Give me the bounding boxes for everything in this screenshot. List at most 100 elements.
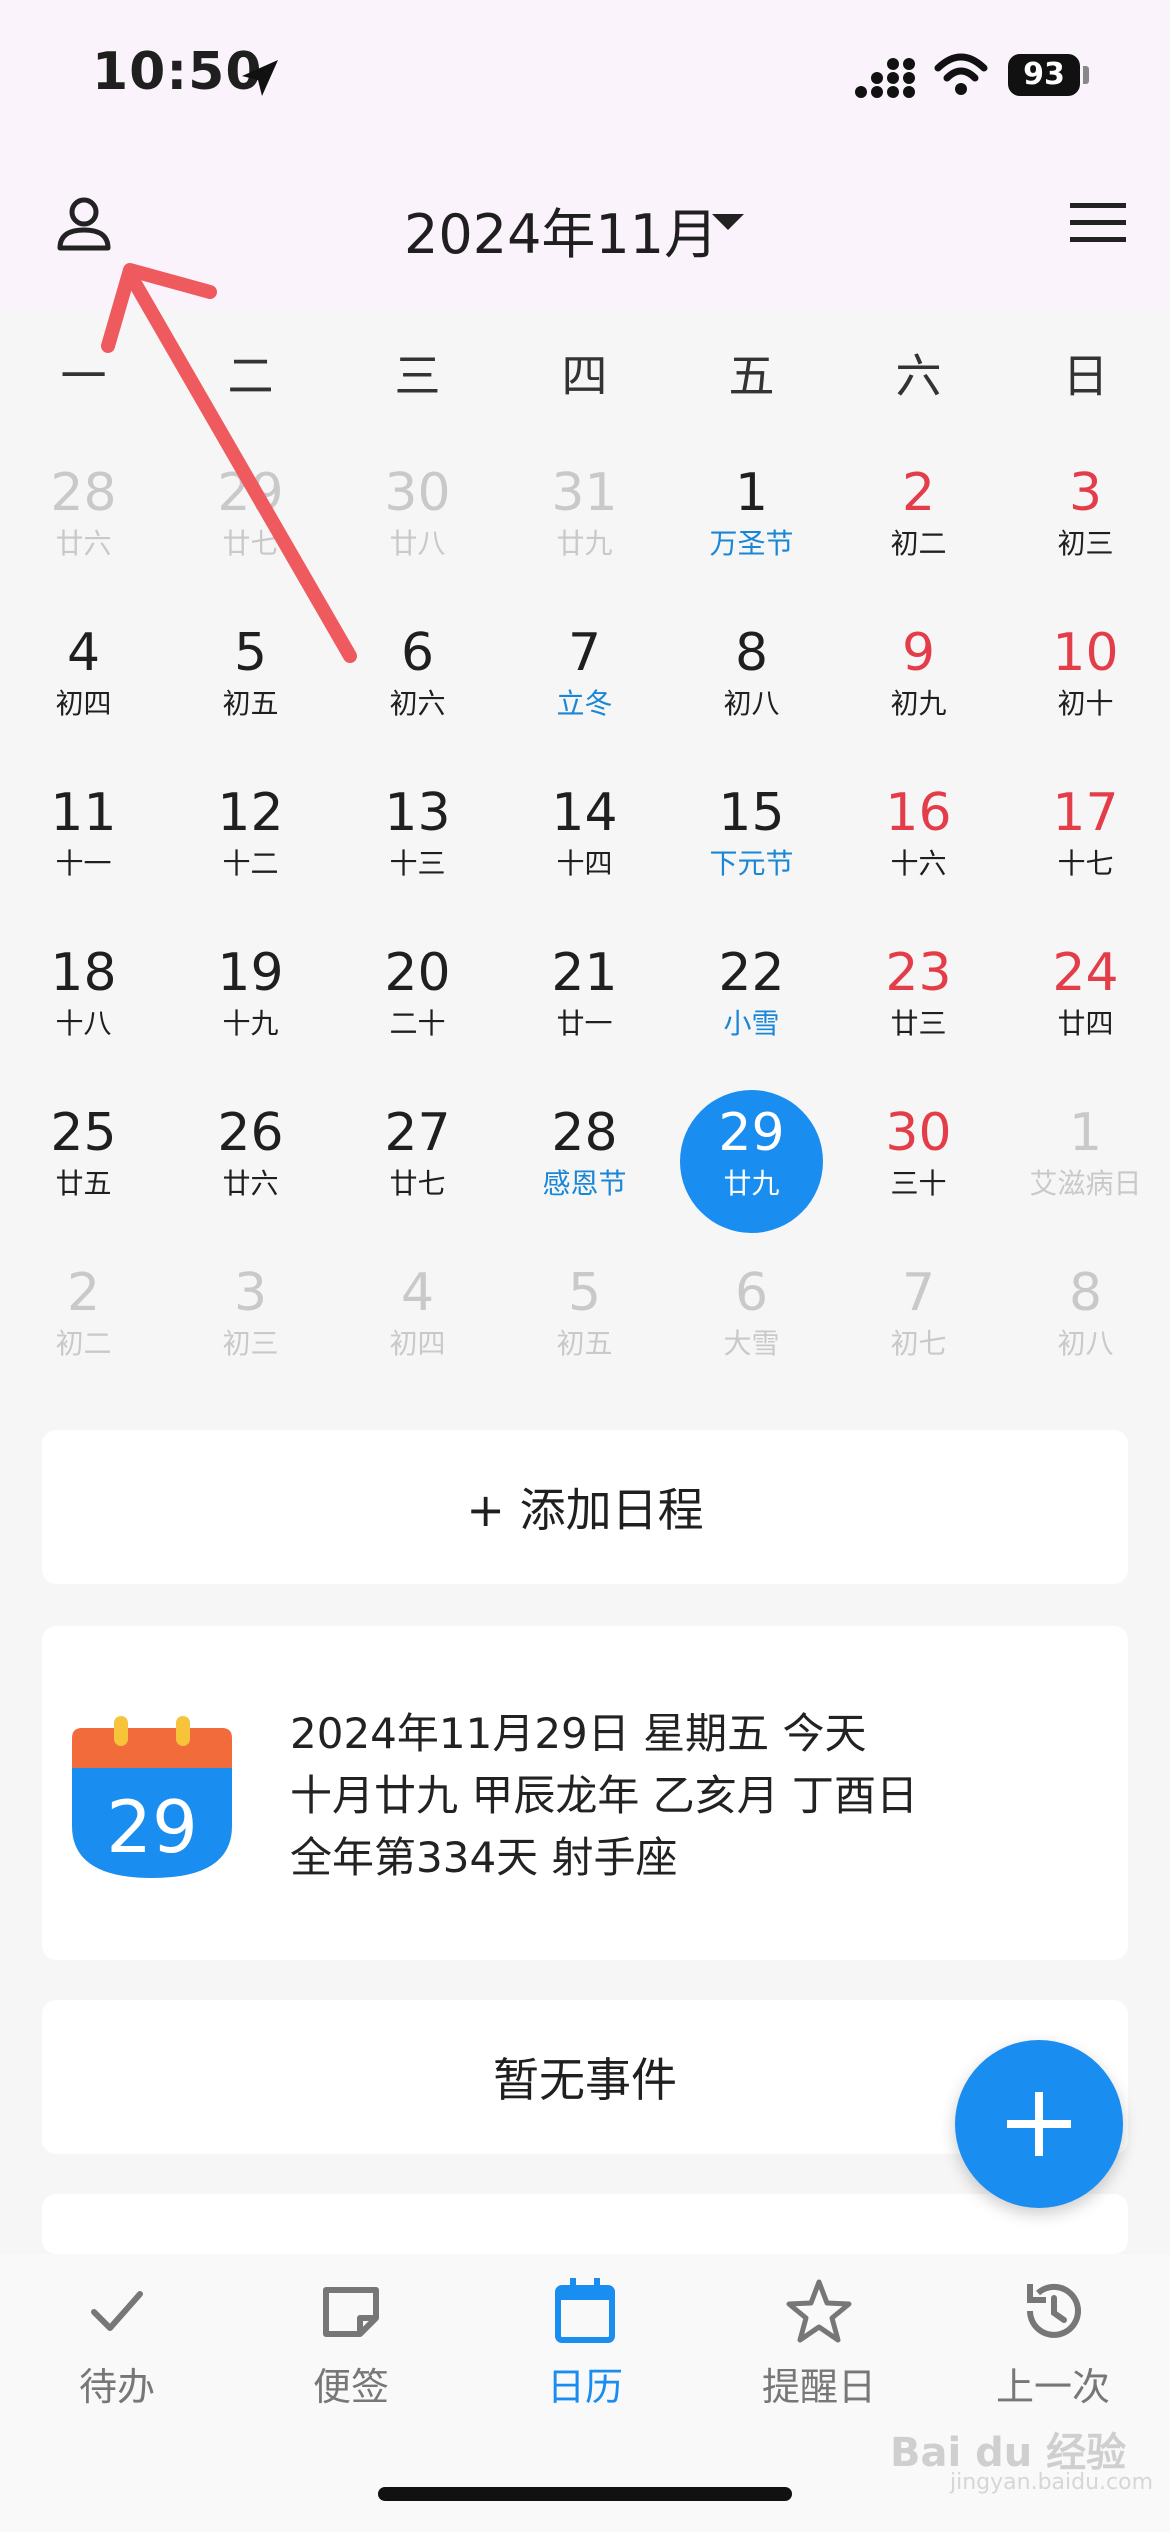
today-info-card: 29 2024年11月29日 星期五 今天 十月廿九 甲辰龙年 乙亥月 丁酉日 … <box>42 1626 1128 1960</box>
calendar-day[interactable]: 5 初五 <box>501 1240 668 1390</box>
tab-calendar[interactable]: 日历 <box>468 2276 702 2411</box>
calendar-icon <box>555 2278 615 2343</box>
calendar-day[interactable]: 15 下元节 <box>668 760 835 910</box>
calendar-day[interactable]: 12 十二 <box>167 760 334 910</box>
check-icon <box>91 2291 143 2331</box>
lunar-label: 初三 <box>222 1327 279 1360</box>
calendar-day-icon: 29 <box>72 1716 232 1878</box>
calendar-day[interactable]: 3 初三 <box>167 1240 334 1390</box>
lunar-label: 初五 <box>556 1327 613 1360</box>
calendar-day[interactable]: 19 十九 <box>167 920 334 1070</box>
tab-label: 待办 <box>78 2365 155 2409</box>
lunar-label: 十六 <box>890 847 947 880</box>
tab-notes[interactable]: 便签 <box>234 2276 468 2411</box>
tab-last-time[interactable]: 上一次 <box>936 2276 1170 2411</box>
tab-label: 便签 <box>312 2365 389 2409</box>
day-number: 16 <box>885 783 952 843</box>
calendar-day[interactable]: 20 二十 <box>334 920 501 1070</box>
day-number: 26 <box>217 1103 284 1163</box>
day-number: 28 <box>551 1103 618 1163</box>
lunar-label: 艾滋病日 <box>1029 1167 1142 1200</box>
lunar-label: 三十 <box>890 1167 947 1200</box>
next-card <box>42 2194 1128 2254</box>
lunar-label: 廿五 <box>55 1167 112 1200</box>
watermark-url: jingyan.baidu.com <box>950 2470 1154 2495</box>
history-icon <box>1027 2283 1081 2338</box>
calendar-day[interactable]: 6 大雪 <box>668 1240 835 1390</box>
lunar-label: 十九 <box>222 1007 279 1040</box>
lunar-label: 十八 <box>55 1007 112 1040</box>
add-schedule-button[interactable]: + 添加日程 <box>42 1430 1128 1584</box>
add-schedule-label: + 添加日程 <box>466 1483 704 1537</box>
calendar-day[interactable]: 27 廿七 <box>334 1080 501 1230</box>
day-number: 17 <box>1052 783 1119 843</box>
lunar-label: 十七 <box>1057 847 1114 880</box>
tab-todo[interactable]: 待办 <box>0 2276 234 2411</box>
calendar-day[interactable]: 25 廿五 <box>0 1080 167 1230</box>
note-icon <box>323 2287 379 2337</box>
calendar-day[interactable]: 4 初四 <box>334 1240 501 1390</box>
day-number: 7 <box>901 1263 936 1323</box>
day-number: 4 <box>400 1263 435 1323</box>
day-number: 23 <box>885 943 952 1003</box>
year-progress-line: 全年第334天 射手座 <box>290 1833 678 1882</box>
star-icon <box>786 2279 852 2343</box>
lunar-label: 初四 <box>389 1327 446 1360</box>
lunar-label: 廿四 <box>1057 1007 1114 1040</box>
calendar-day[interactable]: 21 廿一 <box>501 920 668 1070</box>
day-number: 12 <box>217 783 284 843</box>
home-indicator <box>378 2487 792 2501</box>
calendar-day[interactable]: 30 三十 <box>835 1080 1002 1230</box>
day-number: 15 <box>718 783 785 843</box>
calendar-day[interactable]: 2 初二 <box>0 1240 167 1390</box>
calendar-day[interactable]: 14 十四 <box>501 760 668 910</box>
day-number: 25 <box>50 1103 117 1163</box>
lunar-label: 十二 <box>222 847 279 880</box>
lunar-label: 小雪 <box>723 1007 780 1040</box>
day-number: 3 <box>233 1263 268 1323</box>
lunar-label: 二十 <box>389 1007 446 1040</box>
calendar-day[interactable]: 8 初八 <box>1002 1240 1169 1390</box>
calendar-day[interactable]: 26 廿六 <box>167 1080 334 1230</box>
lunar-label: 十一 <box>55 847 112 880</box>
calendar-day[interactable]: 13 十三 <box>334 760 501 910</box>
lunar-label: 大雪 <box>723 1327 780 1360</box>
calendar-day-today[interactable]: 29 廿九 <box>668 1080 835 1233</box>
day-number: 2 <box>66 1263 101 1323</box>
day-number: 19 <box>217 943 284 1003</box>
lunar-label: 十四 <box>556 847 613 880</box>
day-number: 21 <box>551 943 618 1003</box>
day-number: 20 <box>384 943 451 1003</box>
day-number: 29 <box>718 1103 785 1163</box>
lunar-label: 廿三 <box>890 1007 947 1040</box>
day-number: 11 <box>50 783 117 843</box>
calendar-day-number: 29 <box>106 1785 198 1869</box>
day-number: 27 <box>384 1103 451 1163</box>
lunar-label: 廿一 <box>556 1007 613 1040</box>
annotation-arrow-icon <box>101 263 357 663</box>
tab-reminders[interactable]: 提醒日 <box>702 2276 936 2411</box>
calendar-day[interactable]: 11 十一 <box>0 760 167 910</box>
calendar-day[interactable]: 28 感恩节 <box>501 1080 668 1230</box>
calendar-day[interactable]: 18 十八 <box>0 920 167 1070</box>
day-number: 14 <box>551 783 618 843</box>
calendar-day[interactable]: 23 廿三 <box>835 920 1002 1070</box>
day-number: 22 <box>718 943 785 1003</box>
lunar-label: 廿九 <box>723 1167 780 1200</box>
date-line: 2024年11月29日 星期五 今天 <box>290 1709 867 1758</box>
day-number: 18 <box>50 943 117 1003</box>
calendar-day[interactable]: 16 十六 <box>835 760 1002 910</box>
lunar-label: 初八 <box>1057 1327 1114 1360</box>
day-number: 13 <box>384 783 451 843</box>
calendar-day[interactable]: 1 艾滋病日 <box>1002 1080 1169 1230</box>
lunar-label: 十三 <box>389 847 446 880</box>
add-event-fab[interactable] <box>955 2040 1123 2208</box>
lunar-label: 廿七 <box>389 1167 446 1200</box>
calendar-day[interactable]: 17 十七 <box>1002 760 1169 910</box>
calendar-day[interactable]: 22 小雪 <box>668 920 835 1070</box>
lunar-label: 下元节 <box>709 847 794 880</box>
calendar-day[interactable]: 24 廿四 <box>1002 920 1169 1070</box>
calendar-day[interactable]: 7 初七 <box>835 1240 1002 1390</box>
tab-label: 上一次 <box>995 2365 1110 2409</box>
lunar-label: 感恩节 <box>542 1167 627 1200</box>
